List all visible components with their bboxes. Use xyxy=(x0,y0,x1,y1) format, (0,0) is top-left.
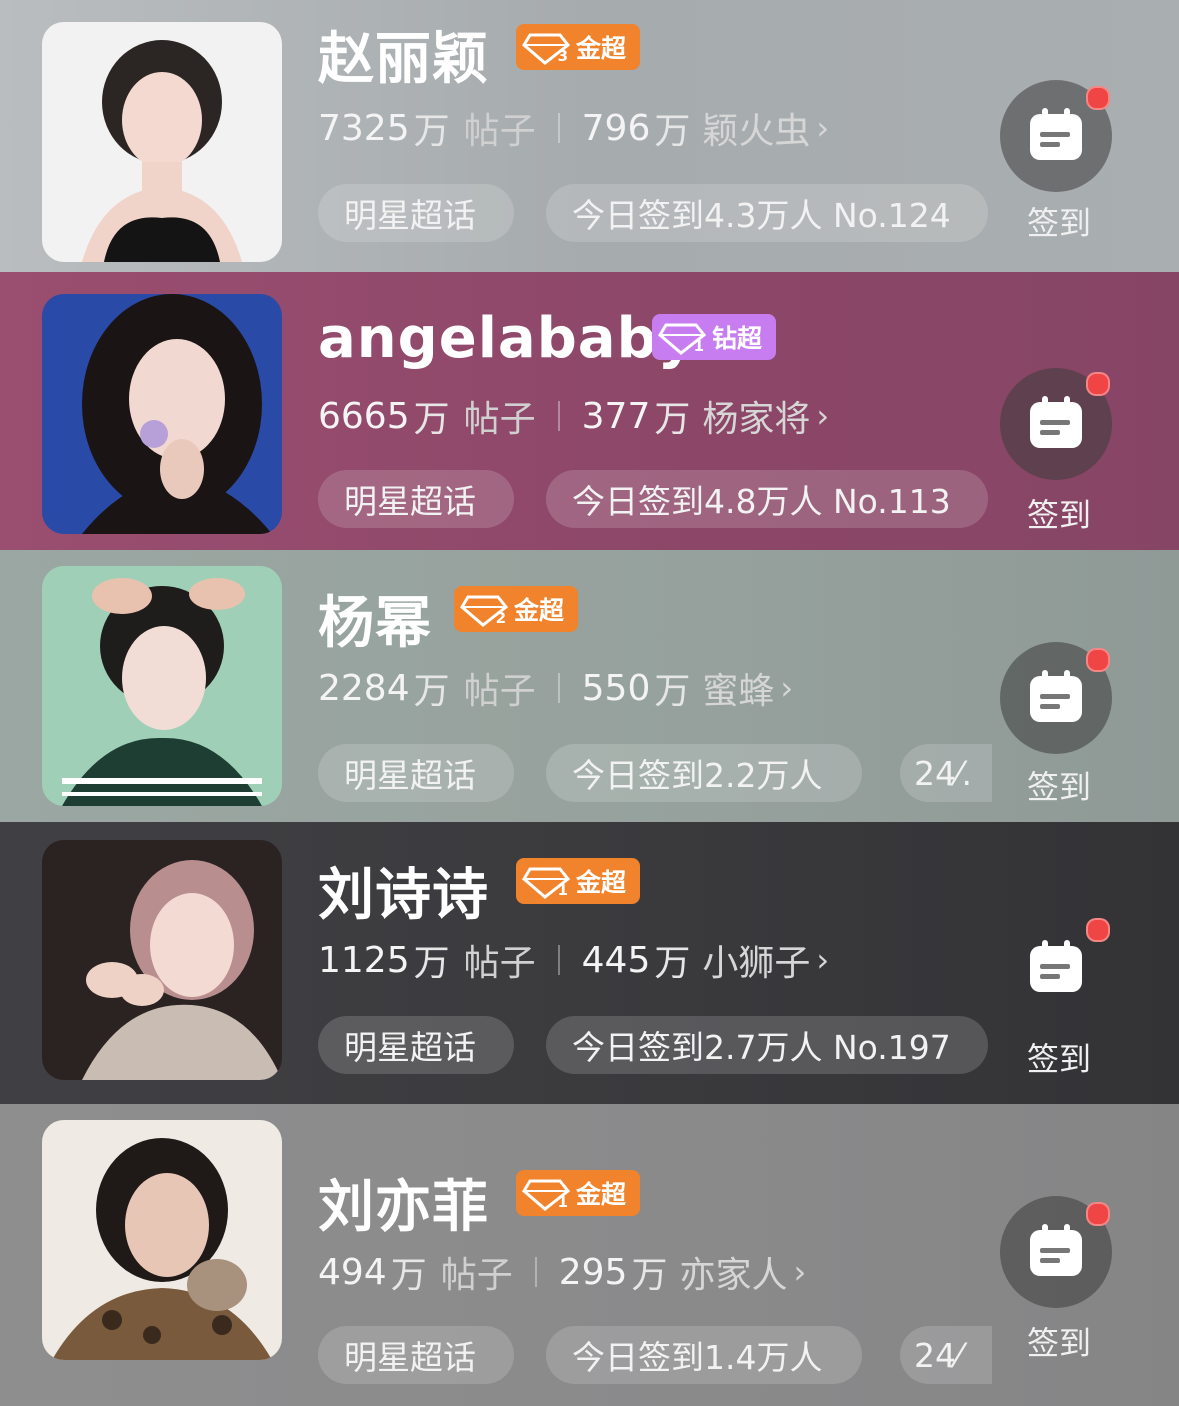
avatar[interactable] xyxy=(42,294,282,534)
daily-checkin-pill[interactable]: 今日签到1.4万人 xyxy=(546,1326,862,1384)
topic-name[interactable]: angelababy xyxy=(318,306,695,371)
notification-dot xyxy=(1086,1202,1110,1226)
calendar-icon xyxy=(1030,108,1082,160)
gem-icon: 1 xyxy=(520,861,572,901)
ranking-pill-truncated[interactable]: 24⁄. xyxy=(900,744,992,802)
notification-dot xyxy=(1086,372,1110,396)
category-pill[interactable]: 明星超话 xyxy=(318,184,514,242)
super-topic-badge[interactable]: 1 钻超 xyxy=(652,314,777,360)
checkin-label[interactable]: 签到 xyxy=(1000,490,1118,536)
notification-dot xyxy=(1086,86,1110,110)
topic-card-liu-shishi[interactable]: 刘诗诗 1 金超 1125 万 帖子 445 万 小狮子 › 明星超话 今日签到… xyxy=(0,822,1179,1104)
avatar[interactable] xyxy=(42,22,282,262)
daily-checkin-pill[interactable]: 今日签到2.7万人 No.197 xyxy=(546,1016,988,1074)
portrait-image xyxy=(42,294,282,534)
badge-label: 金超 xyxy=(576,34,627,63)
chevron-right-icon: › xyxy=(816,109,830,147)
checkin-label[interactable]: 签到 xyxy=(1000,198,1118,244)
topic-name[interactable]: 刘亦菲 xyxy=(318,1162,489,1243)
divider xyxy=(557,673,560,703)
super-topic-badge[interactable]: 2 金超 xyxy=(454,586,579,632)
avatar[interactable] xyxy=(42,840,282,1080)
fan-count: 445 xyxy=(581,939,651,981)
post-count: 6665 xyxy=(318,395,410,437)
topic-stats: 494 万 帖子 295 万 亦家人 › xyxy=(318,1246,807,1298)
checkin-label[interactable]: 签到 xyxy=(1000,762,1118,808)
chevron-right-icon: › xyxy=(816,397,830,435)
topic-stats: 1125 万 帖子 445 万 小狮子 › xyxy=(318,934,830,986)
notification-dot xyxy=(1086,918,1110,942)
daily-checkin-pill[interactable]: 今日签到2.2万人 xyxy=(546,744,862,802)
chevron-right-icon: › xyxy=(780,669,794,707)
post-label: 帖子 xyxy=(440,1255,513,1296)
post-count: 7325 xyxy=(318,107,410,149)
portrait-image xyxy=(42,1120,282,1360)
divider xyxy=(557,113,560,143)
daily-checkin-pill[interactable]: 今日签到4.8万人 No.113 xyxy=(546,470,988,528)
portrait-image xyxy=(42,22,282,262)
gem-icon: 3 xyxy=(520,27,572,67)
fan-name-link[interactable]: 小狮子 xyxy=(702,934,810,986)
divider xyxy=(557,401,560,431)
topic-stats: 6665 万 帖子 377 万 杨家将 › xyxy=(318,390,830,442)
fan-count: 377 xyxy=(581,395,651,437)
topic-name[interactable]: 刘诗诗 xyxy=(318,850,489,931)
fan-name-link[interactable]: 杨家将 xyxy=(702,390,810,442)
gem-icon: 1 xyxy=(520,1173,572,1213)
fan-count: 550 xyxy=(581,667,651,709)
post-label: 帖子 xyxy=(463,399,536,440)
portrait-image xyxy=(42,566,282,806)
badge-label: 金超 xyxy=(514,596,565,625)
fan-name-link[interactable]: 颖火虫 xyxy=(702,102,810,154)
fan-name-link[interactable]: 亦家人 xyxy=(679,1246,787,1298)
avatar[interactable] xyxy=(42,1120,282,1360)
post-label: 帖子 xyxy=(463,111,536,152)
fan-count: 295 xyxy=(558,1251,628,1293)
divider xyxy=(534,1257,537,1287)
portrait-image xyxy=(42,840,282,1080)
calendar-icon xyxy=(1030,1224,1082,1276)
topic-name[interactable]: 杨幂 xyxy=(318,578,432,659)
chevron-right-icon: › xyxy=(816,941,830,979)
notification-dot xyxy=(1086,648,1110,672)
post-count: 2284 xyxy=(318,667,410,709)
topic-card-yang-mi[interactable]: 杨幂 2 金超 2284 万 帖子 550 万 蜜蜂 › 明星超话 今日签到2.… xyxy=(0,550,1179,822)
gem-icon: 1 xyxy=(656,317,708,357)
calendar-icon xyxy=(1030,396,1082,448)
category-pill[interactable]: 明星超话 xyxy=(318,470,514,528)
avatar[interactable] xyxy=(42,566,282,806)
badge-label: 金超 xyxy=(576,868,627,897)
fan-count: 796 xyxy=(581,107,651,149)
badge-label: 金超 xyxy=(576,1180,627,1209)
checkin-label[interactable]: 签到 xyxy=(1000,1318,1118,1364)
post-count: 494 xyxy=(318,1251,387,1293)
super-topic-badge[interactable]: 1 金超 xyxy=(516,1170,641,1216)
topic-card-liu-yifei[interactable]: 刘亦菲 1 金超 494 万 帖子 295 万 亦家人 › 明星超话 今日签到1… xyxy=(0,1104,1179,1406)
fan-name-link[interactable]: 蜜蜂 xyxy=(702,662,774,714)
topic-name[interactable]: 赵丽颖 xyxy=(318,14,489,95)
post-label: 帖子 xyxy=(463,943,536,984)
gem-icon: 2 xyxy=(458,589,510,629)
super-topic-badge[interactable]: 3 金超 xyxy=(516,24,641,70)
category-pill[interactable]: 明星超话 xyxy=(318,1016,514,1074)
category-pill[interactable]: 明星超话 xyxy=(318,1326,514,1384)
post-count: 1125 xyxy=(318,939,410,981)
badge-label: 钻超 xyxy=(712,324,763,353)
calendar-icon xyxy=(1030,940,1082,992)
topic-stats: 2284 万 帖子 550 万 蜜蜂 › xyxy=(318,662,794,714)
topic-card-angelababy[interactable]: angelababy 1 钻超 6665 万 帖子 377 万 杨家将 › 明星… xyxy=(0,272,1179,550)
topic-card-zhao-liying[interactable]: 赵丽颖 3 金超 7325 万 帖子 796 万 颖火虫 › 明星超话 今日签到… xyxy=(0,0,1179,272)
ranking-pill-truncated[interactable]: 24⁄ xyxy=(900,1326,992,1384)
post-label: 帖子 xyxy=(463,671,536,712)
divider xyxy=(557,945,560,975)
super-topic-badge[interactable]: 1 金超 xyxy=(516,858,641,904)
category-pill[interactable]: 明星超话 xyxy=(318,744,514,802)
checkin-label[interactable]: 签到 xyxy=(1000,1034,1118,1080)
chevron-right-icon: › xyxy=(793,1253,807,1291)
calendar-icon xyxy=(1030,670,1082,722)
topic-stats: 7325 万 帖子 796 万 颖火虫 › xyxy=(318,102,830,154)
daily-checkin-pill[interactable]: 今日签到4.3万人 No.124 xyxy=(546,184,988,242)
